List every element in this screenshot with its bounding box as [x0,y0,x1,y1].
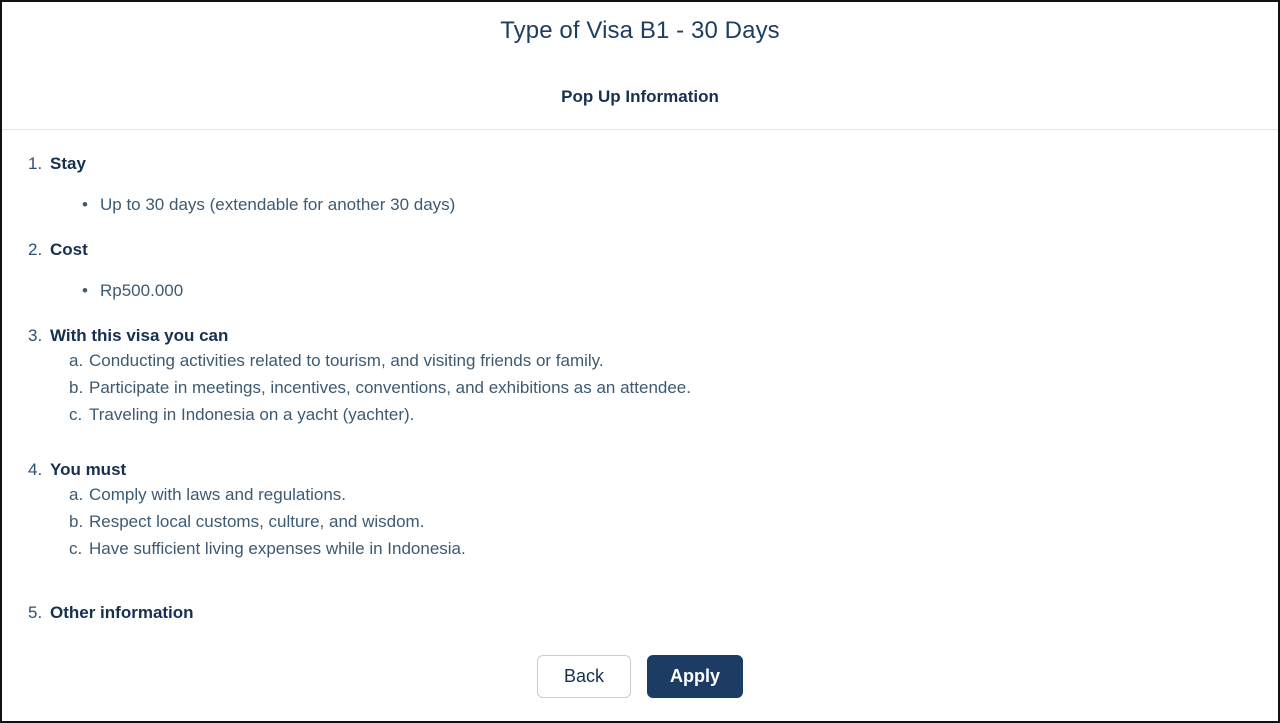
bullet-list: • Up to 30 days (extendable for another … [2,194,1278,216]
list-item-text: Up to 30 days (extendable for another 30… [100,195,456,214]
list-item: c. Traveling in Indonesia on a yacht (ya… [2,401,1278,428]
bullet-list: • Rp500.000 [2,280,1278,302]
list-item-text: Conducting activities related to tourism… [89,351,604,370]
list-item-text: Rp500.000 [100,281,184,300]
list-item-label: c. [69,539,83,558]
list-item-label: b. [69,512,84,531]
section-cost: 2. Cost • Rp500.000 [2,239,1278,302]
visa-info-popup: Type of Visa B1 - 30 Days Pop Up Informa… [0,0,1280,723]
section-stay: 1. Stay • Up to 30 days (extendable for … [2,153,1278,216]
section-heading-text: You must [50,460,127,479]
section-heading: 4. You must [2,459,1278,481]
bullet-dot-icon: • [82,281,88,300]
popup-content: 1. Stay • Up to 30 days (extendable for … [2,130,1278,624]
section-heading-text: Other information [50,603,194,622]
list-item-label: b. [69,378,84,397]
section-heading-text: Cost [50,240,88,259]
section-heading-text: With this visa you can [50,326,229,345]
section-heading: 2. Cost [2,239,1278,261]
list-item-text: Comply with laws and regulations. [89,485,347,504]
section-heading: 1. Stay [2,153,1278,175]
list-item-label: c. [69,405,83,424]
section-number: 5. [28,603,43,622]
list-item-text: Have sufficient living expenses while in… [89,539,466,558]
section-heading: 5. Other information [2,602,1278,624]
list-item: a. Conducting activities related to tour… [2,347,1278,374]
section-number: 4. [28,460,43,479]
section-number: 3. [28,326,43,345]
list-item: • Rp500.000 [2,280,1278,302]
apply-button[interactable]: Apply [646,655,743,698]
list-item: b. Participate in meetings, incentives, … [2,374,1278,401]
popup-header: Type of Visa B1 - 30 Days Pop Up Informa… [2,2,1278,108]
list-item-text: Respect local customs, culture, and wisd… [89,512,425,531]
section-other-information: 5. Other information [2,602,1278,624]
popup-subtitle: Pop Up Information [561,87,719,106]
list-item-label: a. [69,485,84,504]
list-item-text: Traveling in Indonesia on a yacht (yacht… [89,405,415,424]
list-item-label: a. [69,351,84,370]
list-item: • Up to 30 days (extendable for another … [2,194,1278,216]
section-number: 2. [28,240,43,259]
list-item: a. Comply with laws and regulations. [2,481,1278,508]
section-you-must: 4. You must a. Comply with laws and regu… [2,459,1278,562]
list-item-text: Participate in meetings, incentives, con… [89,378,691,397]
section-number: 1. [28,154,43,173]
back-button[interactable]: Back [536,655,631,698]
popup-footer: Back Apply [2,655,1278,698]
list-item: b. Respect local customs, culture, and w… [2,508,1278,535]
list-item: c. Have sufficient living expenses while… [2,535,1278,562]
section-heading-text: Stay [50,154,86,173]
section-heading: 3. With this visa you can [2,325,1278,347]
section-with-this-visa-you-can: 3. With this visa you can a. Conducting … [2,325,1278,428]
bullet-dot-icon: • [82,195,88,214]
page-title: Type of Visa B1 - 30 Days [500,17,780,44]
